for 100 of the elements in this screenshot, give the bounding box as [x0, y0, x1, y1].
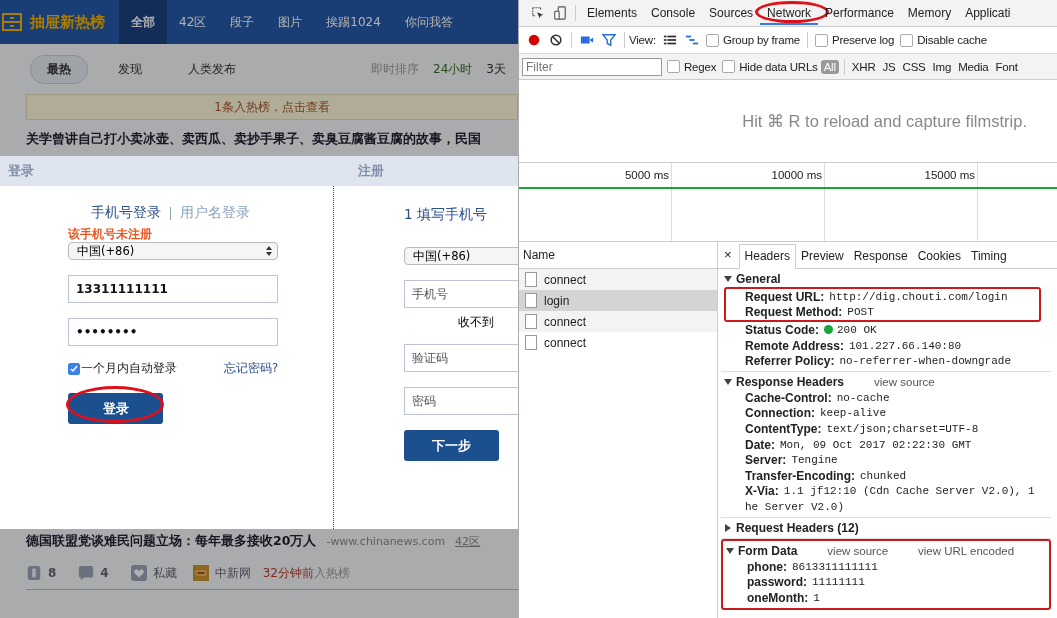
header-key: Date:: [745, 437, 775, 452]
checkbox-label[interactable]: Regex: [684, 60, 717, 73]
nav-tab[interactable]: 你问我答: [392, 0, 465, 44]
detail-tab[interactable]: Timing: [966, 245, 1012, 268]
password-field[interactable]: ••••••••: [68, 318, 278, 346]
time-tick: 5000 ms: [624, 169, 669, 181]
nav-tab[interactable]: 全部: [119, 0, 167, 44]
section-title[interactable]: General: [736, 272, 781, 286]
comment-count: 4: [100, 566, 109, 580]
sms-hint: 收不到: [458, 314, 495, 331]
type-filter[interactable]: XHR: [848, 59, 879, 74]
close-button[interactable]: ×: [718, 247, 739, 268]
filter-icon[interactable]: [602, 33, 616, 47]
article-source: -www.chinanews.com: [326, 535, 446, 548]
header-value: chunked: [860, 469, 907, 482]
checkbox-label[interactable]: Group by frame: [722, 34, 800, 46]
password-field[interactable]: 密码: [404, 387, 518, 415]
header-key: Server:: [745, 453, 787, 468]
inspect-icon[interactable]: [531, 6, 545, 20]
phone-field[interactable]: 13311111111: [68, 275, 278, 303]
nav-tab[interactable]: 图片: [266, 0, 315, 44]
hot-time: 32分钟前入热榜: [262, 564, 350, 582]
next-button[interactable]: 下一步: [404, 430, 499, 461]
phone-field[interactable]: 手机号: [404, 280, 518, 308]
type-filter[interactable]: Media: [955, 59, 992, 74]
detail-tab[interactable]: Preview: [795, 245, 849, 268]
header-value: no-cache: [836, 391, 890, 404]
clear-icon[interactable]: [549, 33, 563, 47]
devtools-tab[interactable]: Performance: [818, 1, 901, 25]
checkbox-label[interactable]: Hide data URLs: [739, 60, 818, 73]
checkbox-label[interactable]: Preserve log: [832, 34, 895, 46]
view-source-link[interactable]: view source: [827, 544, 889, 557]
detail-tab[interactable]: Cookies: [912, 245, 967, 268]
device-icon[interactable]: [553, 6, 567, 20]
detail-tab[interactable]: Response: [848, 245, 913, 268]
triangle-icon[interactable]: [724, 275, 732, 283]
section-title[interactable]: Form Data: [738, 543, 798, 558]
devtools-tab[interactable]: Console: [644, 1, 703, 25]
triangle-icon[interactable]: [724, 523, 732, 532]
devtools-tab[interactable]: Elements: [580, 1, 645, 25]
filter-tab[interactable]: 发现: [102, 55, 158, 83]
header-key: Remote Address:: [745, 338, 844, 353]
nav-tab[interactable]: 42区: [167, 0, 219, 44]
triangle-icon[interactable]: [726, 546, 734, 555]
save-label[interactable]: 私藏: [152, 564, 177, 582]
waterfall-icon[interactable]: [684, 33, 699, 47]
checkbox[interactable]: [900, 33, 914, 47]
header-key: Transfer-Encoding:: [745, 468, 855, 483]
request-row[interactable]: connect: [519, 332, 717, 353]
country-select[interactable]: 中国(+86): [68, 242, 278, 260]
triangle-icon[interactable]: [724, 377, 732, 386]
nav-tab[interactable]: 段子: [218, 0, 267, 44]
filter-tab[interactable]: 最热: [30, 54, 88, 84]
login-title: 登录: [7, 162, 35, 180]
section-title[interactable]: Response Headers: [736, 374, 845, 389]
checkbox-label[interactable]: Disable cache: [917, 34, 987, 46]
header-value: text/json;charset=UTF-8: [826, 422, 979, 435]
checkbox[interactable]: [667, 60, 680, 73]
checkbox[interactable]: [815, 33, 828, 47]
sort-option[interactable]: 3天: [486, 60, 506, 78]
devtools-tab[interactable]: Applicati: [958, 1, 1018, 25]
checkbox[interactable]: [705, 33, 719, 47]
detail-tab[interactable]: Headers: [738, 244, 796, 269]
type-filter[interactable]: JS: [879, 59, 899, 74]
request-row[interactable]: connect: [519, 311, 717, 332]
view-source-link[interactable]: view URL encoded: [918, 544, 1015, 557]
article-title[interactable]: 德国联盟党谈难民问题立场：每年最多接收20万人: [26, 533, 317, 550]
request-row[interactable]: connect: [519, 269, 717, 290]
notice-bar[interactable]: 1条入热榜，点击查看: [26, 94, 518, 120]
filter-field[interactable]: Filter: [522, 57, 662, 76]
login-tab[interactable]: 手机号登录: [91, 204, 161, 222]
list-view-icon[interactable]: [662, 33, 677, 47]
type-filter[interactable]: Font: [992, 59, 1021, 74]
header-key: Referrer Policy:: [745, 354, 835, 369]
header-value: 1: [813, 591, 820, 604]
country-select[interactable]: 中国(+86): [404, 247, 518, 265]
remember-label[interactable]: 一个月内自动登录: [81, 361, 177, 376]
request-row[interactable]: login: [519, 290, 717, 311]
login-button[interactable]: 登录: [68, 393, 163, 424]
type-filter[interactable]: Img: [929, 59, 955, 74]
code-field[interactable]: 验证码: [404, 344, 518, 372]
devtools-tab[interactable]: Sources: [702, 1, 761, 25]
view-source-link[interactable]: view source: [874, 375, 935, 388]
header-key: ContentType:: [745, 421, 822, 436]
headline[interactable]: 关学曾讲自己打小卖冰壶、卖西瓜、卖抄手果子、卖臭豆腐酱豆腐的故事，民国: [26, 130, 518, 156]
devtools-tab[interactable]: Network: [760, 1, 819, 25]
filter-tab[interactable]: 人类发布: [172, 55, 252, 83]
section-title[interactable]: Request Headers (12): [736, 520, 859, 535]
remember-checkbox[interactable]: [68, 362, 80, 375]
forgot-password-link[interactable]: 忘记密码?: [223, 361, 278, 376]
sort-option[interactable]: 24小时: [433, 60, 473, 78]
checkbox[interactable]: [722, 60, 736, 73]
nav-tab[interactable]: 挨踢1024: [314, 0, 393, 44]
publisher-name[interactable]: 中新网: [214, 564, 251, 582]
status-dot: [824, 325, 833, 335]
record-icon[interactable]: [527, 33, 541, 47]
vote-count: 8: [48, 566, 57, 580]
header-value: Tengine: [791, 454, 838, 467]
type-filter[interactable]: CSS: [899, 59, 929, 74]
devtools-tab[interactable]: Memory: [900, 1, 959, 25]
